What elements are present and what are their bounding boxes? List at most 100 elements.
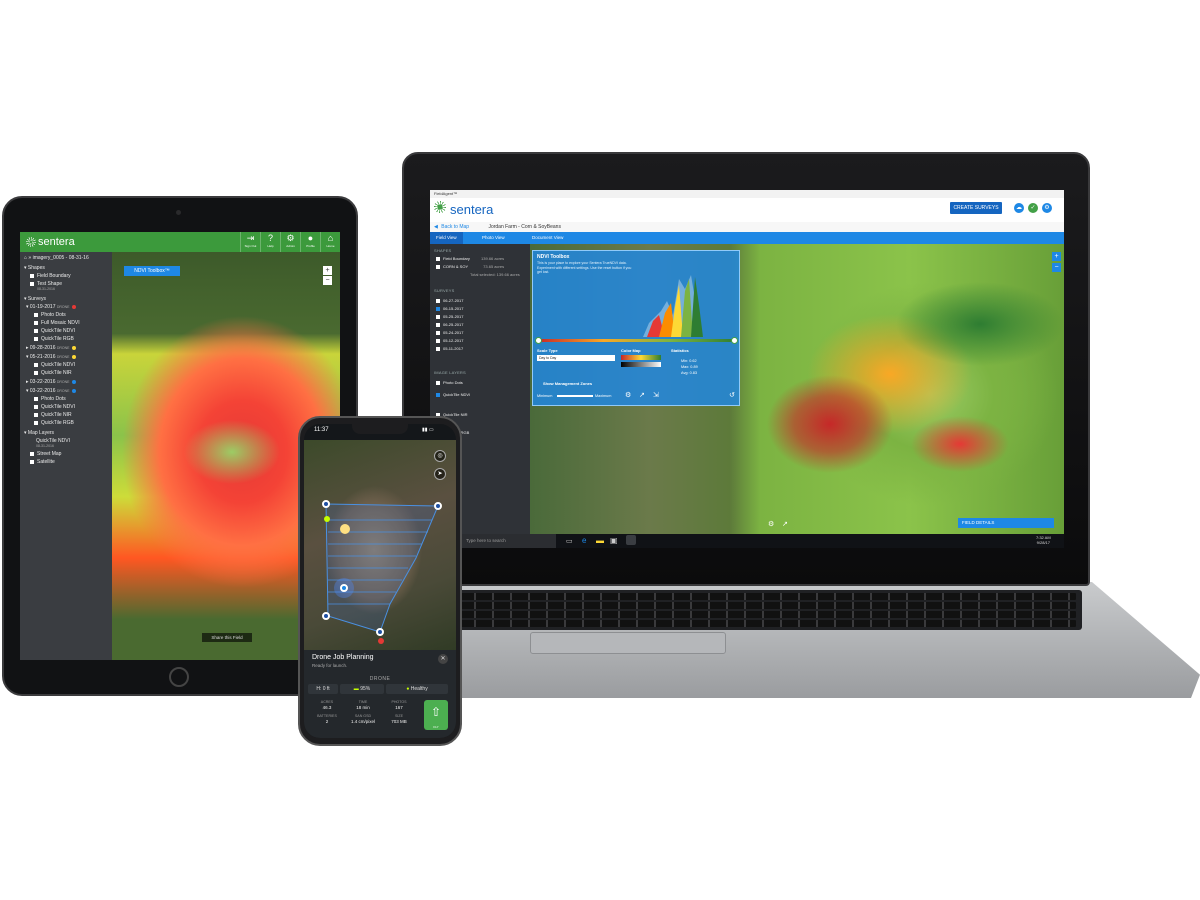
gear-icon: ⚙ xyxy=(286,233,295,243)
image-layer-item[interactable]: QuickTile NDVI xyxy=(436,392,470,397)
tablet-home-button[interactable] xyxy=(169,667,189,687)
tab-document-view[interactable]: Document View xyxy=(526,232,569,244)
surveys-header[interactable]: ▾ Surveys xyxy=(24,296,46,302)
survey-item[interactable]: ▾ 05-21-2016 DRONE xyxy=(26,354,76,360)
back-to-map-link[interactable]: Back to Map xyxy=(441,224,469,230)
launch-button[interactable]: ⇧ FLY xyxy=(424,700,448,730)
survey-layer[interactable]: QuickTile NIR xyxy=(34,370,72,376)
survey-item[interactable]: 05-11-2017 xyxy=(436,346,463,351)
map-share-icon[interactable]: ↗ xyxy=(782,520,788,528)
survey-layer[interactable]: QuickTile NIR xyxy=(34,412,72,418)
field-details-button[interactable]: FIELD DETAILS xyxy=(958,518,1054,528)
shape-item[interactable]: CORN & SOY 73.65 acres xyxy=(436,264,504,269)
back-arrow-icon[interactable]: ◀ xyxy=(434,224,438,230)
export-icon[interactable]: ⇲ xyxy=(653,391,659,399)
reset-icon[interactable]: ↺ xyxy=(729,391,735,399)
sentera-logo-icon xyxy=(434,201,446,213)
survey-item[interactable]: ▾ 01-19-2017 DRONE xyxy=(26,304,76,310)
home-icon: ⌂ xyxy=(24,255,28,261)
image-layer-item[interactable]: Photo Dots xyxy=(436,380,463,385)
help-button[interactable]: ? Help xyxy=(260,232,280,252)
survey-layer[interactable]: QuickTile NDVI xyxy=(34,404,75,410)
waypoint-marker[interactable] xyxy=(376,628,384,636)
survey-layer[interactable]: Photo Dots xyxy=(34,396,66,402)
waypoint-marker[interactable] xyxy=(434,502,442,510)
map-layer-item[interactable]: Street Map xyxy=(30,451,61,457)
survey-layer[interactable]: QuickTile RGB xyxy=(34,336,74,342)
shape-item-date: 08-31-2016 xyxy=(37,287,55,291)
survey-layer[interactable]: Photo Dots xyxy=(34,312,66,318)
file-explorer-icon[interactable]: ▬ xyxy=(596,536,604,545)
ndvi-toolbox-button[interactable]: NDVI Toolbox™ xyxy=(124,266,180,276)
map-layer-item[interactable]: Satellite xyxy=(30,459,55,465)
waypoint-marker[interactable] xyxy=(322,500,330,508)
map-layers-header[interactable]: ▾ Map Layers xyxy=(24,430,54,436)
flight-plan-map[interactable]: ◎ ➤ xyxy=(304,440,456,654)
survey-item[interactable]: 06-25-2017 xyxy=(436,322,463,327)
admin-button[interactable]: ⚙ Admin xyxy=(280,232,300,252)
survey-item[interactable]: 06-27-2017 xyxy=(436,298,463,303)
survey-item[interactable]: ▸ 09-28-2016 DRONE xyxy=(26,345,76,351)
shape-item[interactable]: Field Boundary xyxy=(30,273,71,279)
settings-gear-icon[interactable]: ⚙ xyxy=(1042,203,1052,213)
survey-item[interactable]: ▸ 03-22-2016 DRONE xyxy=(26,379,76,385)
end-point-marker xyxy=(378,638,384,644)
grayscale-swatch[interactable] xyxy=(621,362,661,367)
home-button[interactable]: ⌂ Home xyxy=(320,232,340,252)
location-target-icon[interactable]: ◎ xyxy=(434,450,446,462)
survey-layer[interactable]: QuickTile NDVI xyxy=(34,362,75,368)
stat-value: 167 xyxy=(395,705,403,710)
range-max-handle[interactable] xyxy=(731,337,738,344)
total-selected: Total selected: 139.66 acres xyxy=(470,272,520,277)
store-icon[interactable]: ▣ xyxy=(610,536,618,545)
tablet-zoom-in-button[interactable]: + xyxy=(323,266,332,275)
stat-value: 18 min xyxy=(356,705,370,710)
zoom-out-button[interactable]: − xyxy=(1052,263,1061,272)
tablet-zoom-out-button[interactable]: − xyxy=(323,276,332,285)
create-surveys-button[interactable]: CREATE SURVEYS xyxy=(950,202,1002,214)
compass-icon[interactable]: ➤ xyxy=(434,468,446,480)
tablet-breadcrumb[interactable]: ⌂ » imagery_0005 - 08-31-16 xyxy=(24,255,89,261)
survey-item[interactable]: 05-24-2017 xyxy=(436,330,463,335)
share-icon[interactable]: ↗ xyxy=(639,391,645,399)
task-view-icon[interactable]: ▭ xyxy=(566,537,573,545)
survey-item[interactable]: 05-12-2017 xyxy=(436,338,463,343)
ndvi-range-slider[interactable] xyxy=(537,339,737,342)
laptop-keyboard xyxy=(452,590,1082,630)
shapes-header[interactable]: ▾ Shapes xyxy=(24,265,45,271)
stat-label: SAN GSD xyxy=(354,714,372,718)
panel-subtitle: Ready for launch. xyxy=(312,663,348,668)
image-layers-section-header[interactable]: IMAGE LAYERS xyxy=(434,370,466,375)
laptop-trackpad xyxy=(530,632,726,654)
day-to-day-option[interactable]: Day to Day xyxy=(537,355,615,361)
survey-layer[interactable]: Full Mosaic NDVI xyxy=(34,320,80,326)
tab-field-view[interactable]: Field View xyxy=(430,232,463,244)
cloud-upload-icon[interactable]: ☁ xyxy=(1014,203,1024,213)
shape-item[interactable]: Field Boundary 139.66 acres xyxy=(436,256,504,261)
shapes-section-header[interactable]: SHAPES xyxy=(434,248,451,253)
close-icon[interactable]: ✕ xyxy=(438,654,448,664)
profile-button[interactable]: ● Profile xyxy=(300,232,320,252)
tablet-screen: sentera ⇥ Sign Out ? Help ⚙ Admin ● Profile … xyxy=(20,232,340,660)
zone-slider[interactable] xyxy=(557,395,593,397)
survey-item[interactable]: 06-15-2017 xyxy=(436,306,463,311)
waypoint-marker[interactable] xyxy=(322,612,330,620)
tab-photo-view[interactable]: Photo View xyxy=(476,232,511,244)
phone-notch xyxy=(352,424,408,434)
zoom-in-button[interactable]: + xyxy=(1052,252,1061,261)
height-readout: H: 0 ft xyxy=(308,684,338,694)
surveys-section-header[interactable]: SURVEYS xyxy=(434,288,454,293)
survey-item[interactable]: 05-25-2017 xyxy=(436,314,463,319)
survey-layer[interactable]: QuickTile NDVI xyxy=(34,328,75,334)
share-field-button[interactable]: Share this Field xyxy=(202,633,252,642)
show-management-zones-toggle[interactable]: Show Management Zones xyxy=(543,381,592,386)
range-min-handle[interactable] xyxy=(535,337,542,344)
map-settings-icon[interactable]: ⚙ xyxy=(768,520,774,528)
edge-browser-icon[interactable]: e xyxy=(582,536,586,545)
survey-layer[interactable]: QuickTile RGB xyxy=(34,420,74,426)
sign-out-button[interactable]: ⇥ Sign Out xyxy=(240,232,260,252)
app-taskbar-icon[interactable] xyxy=(626,535,636,545)
survey-item[interactable]: ▾ 03-22-2016 DRONE xyxy=(26,388,76,394)
color-map-swatch[interactable] xyxy=(621,355,661,360)
zones-settings-icon[interactable]: ⚙ xyxy=(625,391,631,399)
